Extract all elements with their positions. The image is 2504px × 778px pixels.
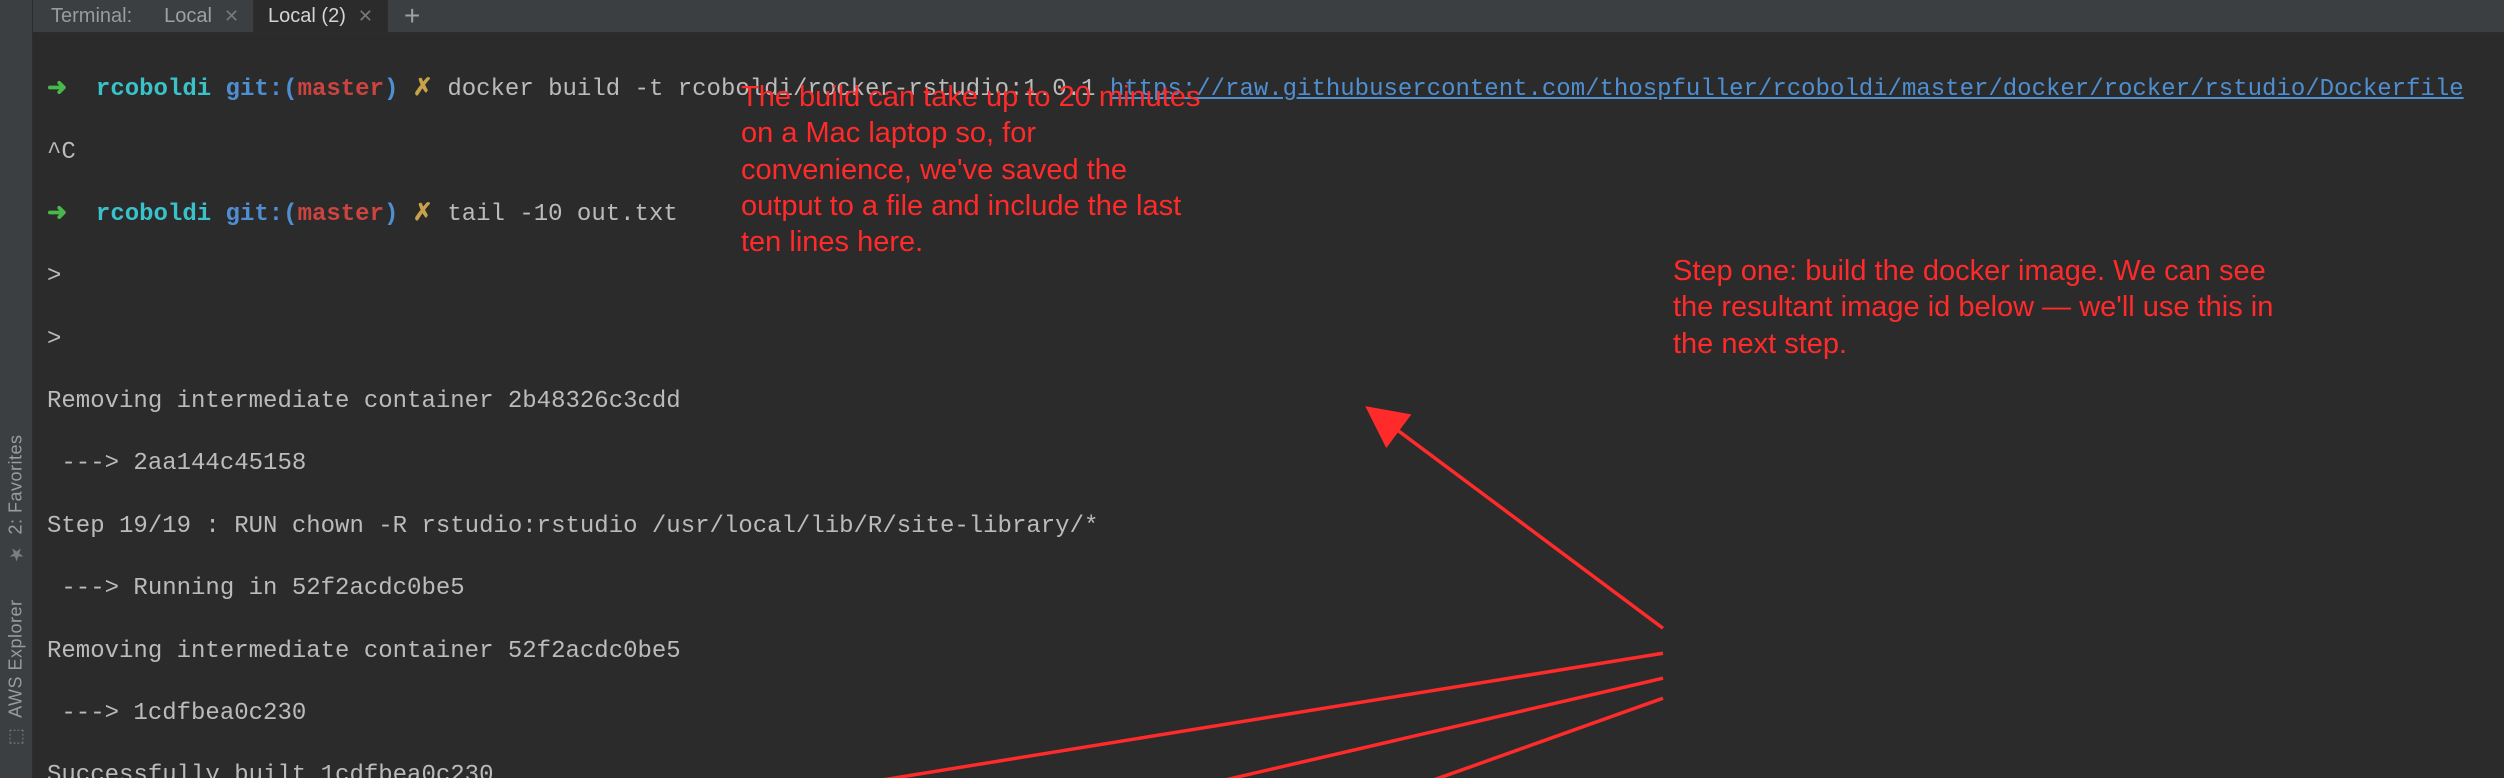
tab-local-2[interactable]: Local (2) ✕ [254, 0, 388, 32]
tab-local[interactable]: Local ✕ [150, 0, 254, 32]
prompt-line-1: ➜ rcoboldi git:(master) ✗ docker build -… [47, 74, 2490, 105]
terminal-output[interactable]: ➜ rcoboldi git:(master) ✗ docker build -… [33, 33, 2504, 778]
command-tail: tail -10 out.txt [447, 201, 677, 228]
sidebar-aws-explorer[interactable]: ⬚ AWS Explorer [5, 600, 27, 748]
output-line: ---> 2aa144c45158 [47, 448, 2490, 479]
output-line: Step 19/19 : RUN chown -R rstudio:rstudi… [47, 511, 2490, 542]
star-icon: ★ [5, 543, 27, 565]
prompt-arrow: ➜ [47, 76, 67, 103]
output-line: ---> 1cdfbea0c230 [47, 698, 2490, 729]
prompt-branch: master [298, 76, 384, 103]
tab-local-title: Local [164, 5, 212, 28]
prompt-rparen: ) [384, 76, 398, 103]
sidebar-aws-label: AWS Explorer [6, 600, 27, 718]
prompt-user: rcoboldi [96, 76, 211, 103]
prompt-git: git: [226, 76, 284, 103]
terminal-tabbar: Terminal: Local ✕ Local (2) ✕ + [33, 0, 2504, 33]
sidebar-favorites-label: 2: Favorites [6, 435, 27, 535]
new-tab-button[interactable]: + [388, 0, 436, 32]
output-line: ---> Running in 52f2acdc0be5 [47, 573, 2490, 604]
output-line: Removing intermediate container 52f2acdc… [47, 636, 2490, 667]
cube-icon: ⬚ [5, 727, 27, 749]
output-gt-2: > [47, 324, 2490, 355]
prompt-lparen: ( [283, 76, 297, 103]
sidebar-favorites[interactable]: ★ 2: Favorites [5, 435, 27, 565]
close-icon[interactable]: ✕ [224, 6, 239, 27]
close-icon[interactable]: ✕ [358, 6, 373, 27]
annotation-left: The build can take up to 20 minutes on a… [741, 79, 1361, 260]
prompt-dirty-icon: ✗ [413, 76, 433, 103]
output-caret-c: ^C [47, 137, 2490, 168]
ide-sidebar: ★ 2: Favorites ⬚ AWS Explorer [0, 0, 33, 778]
tabbar-label: Terminal: [33, 5, 150, 28]
prompt-line-2: ➜ rcoboldi git:(master) ✗ tail -10 out.t… [47, 199, 2490, 230]
output-line: Removing intermediate container 2b48326c… [47, 386, 2490, 417]
dockerfile-url-link[interactable]: https://raw.githubusercontent.com/thospf… [1110, 76, 2464, 103]
output-success-built: Successfully built 1cdfbea0c230 [47, 760, 2490, 778]
tab-local-2-title: Local (2) [268, 5, 346, 28]
command-docker-build: docker build -t rcoboldi/rocker-rstudio:… [447, 76, 1110, 103]
output-gt-1: > [47, 261, 2490, 292]
